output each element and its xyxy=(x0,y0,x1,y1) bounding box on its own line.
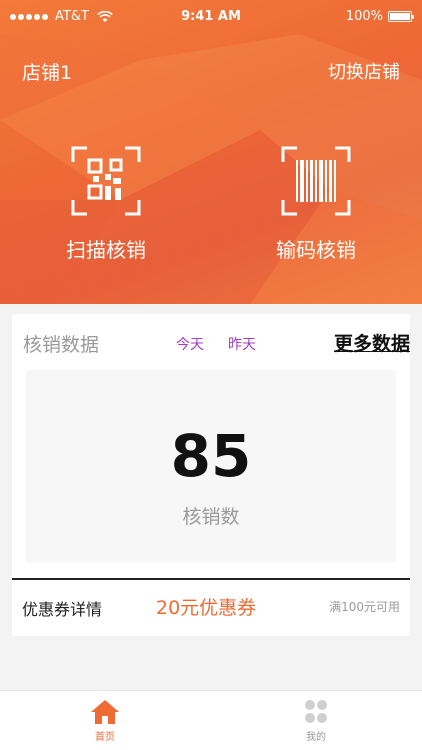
clover-icon xyxy=(305,700,327,723)
battery-info: 100% xyxy=(345,9,414,24)
bottom-tab-bar: 首页 我的 xyxy=(0,690,422,750)
verified-count: 85 xyxy=(170,422,252,490)
tabbar-item-home[interactable]: 首页 xyxy=(65,699,145,743)
code-verify-button[interactable]: 输码核销 xyxy=(241,146,391,263)
scan-verify-button[interactable]: 扫描核销 xyxy=(31,146,181,263)
status-bar: AT&T 9:41 AM 100% xyxy=(0,0,422,34)
app-screen: AT&T 9:41 AM 100% 店铺1 切换店铺 扫描核销 输码核销 核销数… xyxy=(0,0,422,750)
coupon-details-title: 优惠券详情 xyxy=(22,600,103,619)
battery-icon xyxy=(388,11,414,22)
tab-yesterday[interactable]: 昨天 xyxy=(228,334,256,354)
home-icon xyxy=(91,700,119,724)
tabbar-mine-label: 我的 xyxy=(306,732,326,743)
store-name: 店铺1 xyxy=(22,62,73,84)
barcode-icon xyxy=(281,146,351,216)
verification-stats-card: 核销数据 今天 昨天 更多数据 85 核销数 优惠券详情 20元优惠券 满100… xyxy=(12,314,410,636)
code-verify-label: 输码核销 xyxy=(276,238,356,262)
divider xyxy=(12,578,410,580)
more-data-link[interactable]: 更多数据 xyxy=(334,329,410,356)
coupon-name[interactable]: 20元优惠券 xyxy=(156,593,256,620)
coupon-condition: 满100元可用 xyxy=(329,600,400,614)
tabbar-home-label: 首页 xyxy=(95,732,115,743)
tab-today[interactable]: 今天 xyxy=(176,334,204,354)
header-banner: AT&T 9:41 AM 100% 店铺1 切换店铺 扫描核销 输码核销 xyxy=(0,0,422,304)
verified-count-label: 核销数 xyxy=(182,506,240,528)
stats-title: 核销数据 xyxy=(23,334,100,356)
qr-scan-icon xyxy=(71,146,141,216)
switch-store-button[interactable]: 切换店铺 xyxy=(328,58,400,84)
scan-verify-label: 扫描核销 xyxy=(66,238,146,262)
tabbar-item-mine[interactable]: 我的 xyxy=(276,699,356,743)
battery-percent: 100% xyxy=(345,9,383,24)
stat-panel: 85 核销数 xyxy=(26,370,396,562)
